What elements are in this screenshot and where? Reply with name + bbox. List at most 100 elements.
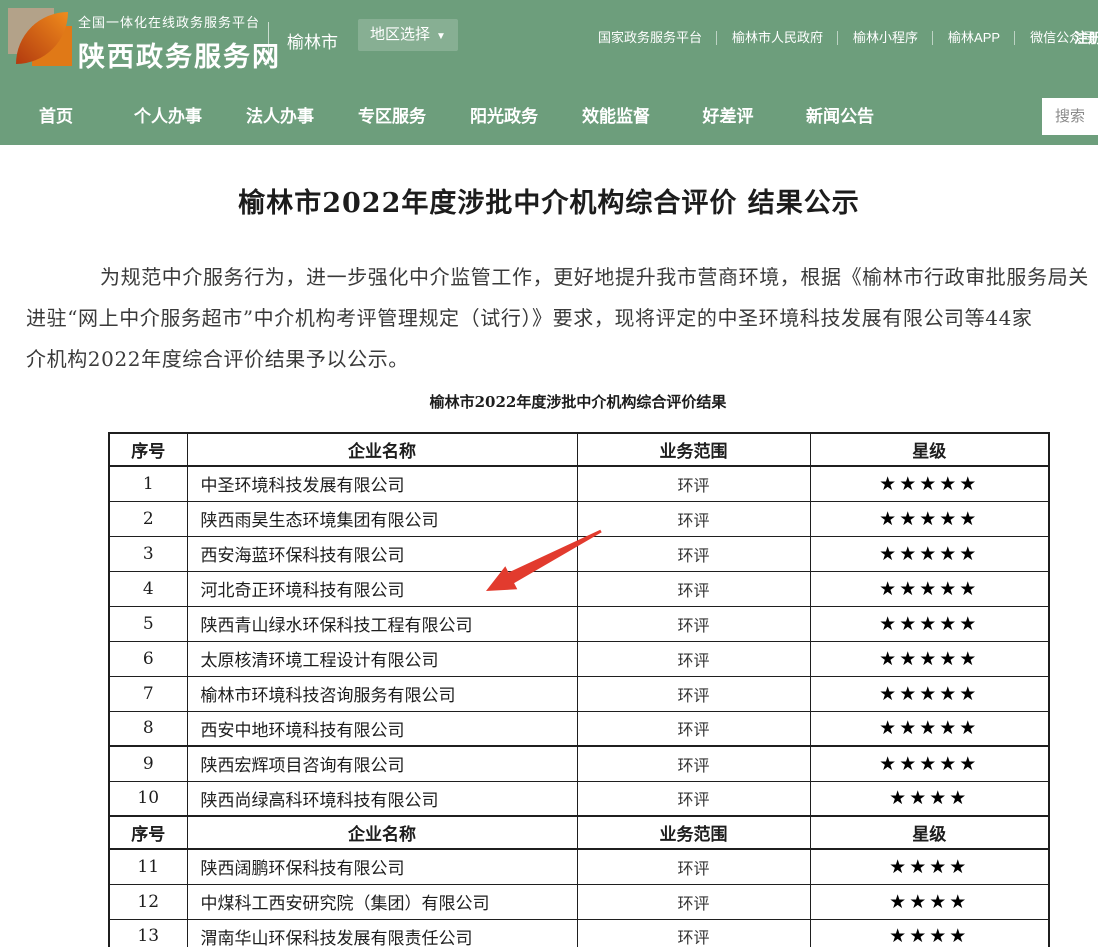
column-header: 企业名称: [187, 433, 577, 466]
site-logo-icon: [8, 8, 72, 66]
site-banner: 全国一体化在线政务服务平台 陕西政务服务网 榆林市 地区选择 ▼ 国家政务服务平台…: [0, 0, 1098, 88]
cell-no: 11: [109, 849, 187, 884]
cell-stars: ★★★★★: [810, 606, 1049, 641]
cell-name: 河北奇正环境科技有限公司: [187, 571, 577, 606]
brand-divider: [268, 22, 269, 64]
table-row: 5陕西青山绿水环保科技工程有限公司环评★★★★★: [109, 606, 1049, 641]
region-select-label: 地区选择: [370, 26, 430, 43]
table-row: 11陕西阔鹏环保科技有限公司环评★★★★: [109, 849, 1049, 884]
cell-no: 6: [109, 641, 187, 676]
search-input[interactable]: [1042, 98, 1098, 135]
cell-no: 4: [109, 571, 187, 606]
register-link[interactable]: 注册: [1074, 28, 1098, 48]
column-header: 序号: [109, 433, 187, 466]
nav-item-1[interactable]: 首页: [0, 88, 112, 145]
cell-scope: 环评: [577, 676, 810, 711]
cell-no: 2: [109, 501, 187, 536]
cell-scope: 环评: [577, 536, 810, 571]
nav-list: 首页个人办事法人办事专区服务阳光政务效能监督好差评新闻公告: [0, 88, 1098, 145]
paragraph-line-2: 进驻“网上中介服务超市”中介机构考评管理规定（试行）》要求，现将评定的中圣环境科…: [26, 302, 1033, 331]
cell-name: 陕西青山绿水环保科技工程有限公司: [187, 606, 577, 641]
table-caption: 榆林市2022年度涉批中介机构综合评价结果: [108, 391, 1048, 412]
banner-link[interactable]: 国家政务服务平台: [583, 28, 717, 48]
cell-stars: ★★★★: [810, 919, 1049, 947]
banner-links: 国家政务服务平台榆林市人民政府榆林小程序榆林APP微信公众号: [583, 28, 1098, 48]
cell-name: 陕西尚绿高科环境科技有限公司: [187, 781, 577, 816]
table-row: 3西安海蓝环保科技有限公司环评★★★★★: [109, 536, 1049, 571]
announcement-article: 榆林市2022年度涉批中介机构综合评价 结果公示 为规范中介服务行为，进一步强化…: [0, 145, 1098, 947]
table-header-row: 序号企业名称业务范围星级: [109, 433, 1049, 466]
banner-link[interactable]: 榆林APP: [933, 28, 1015, 48]
table-row: 12中煤科工西安研究院（集团）有限公司环评★★★★: [109, 884, 1049, 919]
nav-item-6[interactable]: 效能监督: [560, 88, 672, 145]
paragraph-line-3: 介机构2022年度综合评价结果予以公示。: [26, 343, 409, 372]
table-row: 8西安中地环境科技有限公司环评★★★★★: [109, 711, 1049, 746]
site-name: 陕西政务服务网: [78, 35, 281, 74]
cell-scope: 环评: [577, 641, 810, 676]
table-row: 10陕西尚绿高科环境科技有限公司环评★★★★: [109, 781, 1049, 816]
cell-stars: ★★★★★: [810, 711, 1049, 746]
cell-no: 3: [109, 536, 187, 571]
cell-name: 陕西雨昊生态环境集团有限公司: [187, 501, 577, 536]
cell-stars: ★★★★★: [810, 676, 1049, 711]
cell-scope: 环评: [577, 746, 810, 781]
nav-item-2[interactable]: 个人办事: [112, 88, 224, 145]
cell-no: 9: [109, 746, 187, 781]
cell-stars: ★★★★: [810, 849, 1049, 884]
evaluation-results-table: 序号企业名称业务范围星级1中圣环境科技发展有限公司环评★★★★★2陕西雨昊生态环…: [108, 432, 1050, 947]
table-row: 9陕西宏辉项目咨询有限公司环评★★★★★: [109, 746, 1049, 781]
region-select-button[interactable]: 地区选择 ▼: [358, 19, 458, 51]
column-header: 星级: [810, 433, 1049, 466]
nav-item-5[interactable]: 阳光政务: [448, 88, 560, 145]
brand-text: 全国一体化在线政务服务平台 陕西政务服务网: [78, 12, 281, 74]
column-header: 企业名称: [187, 816, 577, 849]
cell-stars: ★★★★★: [810, 536, 1049, 571]
cell-scope: 环评: [577, 884, 810, 919]
cell-no: 5: [109, 606, 187, 641]
cell-stars: ★★★★★: [810, 746, 1049, 781]
table-header-row: 序号企业名称业务范围星级: [109, 816, 1049, 849]
table-row: 2陕西雨昊生态环境集团有限公司环评★★★★★: [109, 501, 1049, 536]
cell-name: 中圣环境科技发展有限公司: [187, 466, 577, 501]
table-row: 13渭南华山环保科技发展有限责任公司环评★★★★: [109, 919, 1049, 947]
cell-scope: 环评: [577, 571, 810, 606]
cell-stars: ★★★★★: [810, 641, 1049, 676]
table-row: 1中圣环境科技发展有限公司环评★★★★★: [109, 466, 1049, 501]
banner-link[interactable]: 榆林市人民政府: [717, 28, 838, 48]
nav-item-7[interactable]: 好差评: [672, 88, 784, 145]
cell-scope: 环评: [577, 466, 810, 501]
cell-scope: 环评: [577, 781, 810, 816]
nav-item-8[interactable]: 新闻公告: [784, 88, 896, 145]
cell-stars: ★★★★★: [810, 466, 1049, 501]
platform-tagline: 全国一体化在线政务服务平台: [78, 12, 281, 31]
cell-stars: ★★★★: [810, 781, 1049, 816]
cell-scope: 环评: [577, 919, 810, 947]
cell-stars: ★★★★: [810, 884, 1049, 919]
cell-name: 榆林市环境科技咨询服务有限公司: [187, 676, 577, 711]
cell-name: 中煤科工西安研究院（集团）有限公司: [187, 884, 577, 919]
cell-scope: 环评: [577, 501, 810, 536]
column-header: 序号: [109, 816, 187, 849]
cell-scope: 环评: [577, 711, 810, 746]
cell-name: 西安中地环境科技有限公司: [187, 711, 577, 746]
current-city-label: 榆林市: [287, 28, 338, 53]
cell-scope: 环评: [577, 849, 810, 884]
cell-name: 陕西阔鹏环保科技有限公司: [187, 849, 577, 884]
cell-no: 10: [109, 781, 187, 816]
cell-name: 渭南华山环保科技发展有限责任公司: [187, 919, 577, 947]
cell-name: 太原核清环境工程设计有限公司: [187, 641, 577, 676]
banner-link[interactable]: 榆林小程序: [838, 28, 933, 48]
nav-item-4[interactable]: 专区服务: [336, 88, 448, 145]
nav-item-3[interactable]: 法人办事: [224, 88, 336, 145]
page-title: 榆林市2022年度涉批中介机构综合评价 结果公示: [0, 181, 1098, 220]
cell-stars: ★★★★★: [810, 571, 1049, 606]
table-row: 7榆林市环境科技咨询服务有限公司环评★★★★★: [109, 676, 1049, 711]
cell-stars: ★★★★★: [810, 501, 1049, 536]
cell-name: 陕西宏辉项目咨询有限公司: [187, 746, 577, 781]
table-row: 4河北奇正环境科技有限公司环评★★★★★: [109, 571, 1049, 606]
cell-no: 8: [109, 711, 187, 746]
chevron-down-icon: ▼: [436, 31, 446, 42]
cell-no: 12: [109, 884, 187, 919]
page: 全国一体化在线政务服务平台 陕西政务服务网 榆林市 地区选择 ▼ 国家政务服务平台…: [0, 0, 1098, 947]
cell-no: 7: [109, 676, 187, 711]
